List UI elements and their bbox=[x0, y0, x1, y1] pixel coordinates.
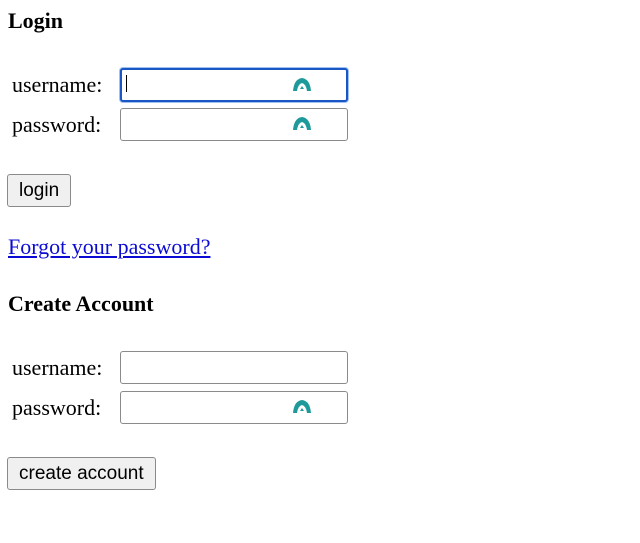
login-heading: Login bbox=[8, 8, 64, 33]
create-account-heading: Create Account bbox=[8, 291, 154, 316]
create-password-label: password: bbox=[12, 395, 102, 420]
create-password-wrapper bbox=[120, 391, 348, 424]
forgot-password-link[interactable]: Forgot your password? bbox=[8, 234, 210, 260]
create-account-button[interactable]: create account bbox=[7, 457, 156, 490]
login-password-wrapper bbox=[120, 108, 348, 141]
login-username-label: username: bbox=[12, 72, 103, 97]
login-username-wrapper bbox=[120, 68, 348, 102]
text-caret bbox=[126, 75, 127, 92]
create-username-label: username: bbox=[12, 355, 103, 380]
password-manager-icon[interactable] bbox=[290, 112, 314, 136]
password-manager-icon[interactable] bbox=[290, 73, 314, 97]
create-username-wrapper bbox=[120, 351, 348, 384]
login-button[interactable]: login bbox=[7, 174, 72, 207]
login-password-label: password: bbox=[12, 112, 102, 137]
create-username-input[interactable] bbox=[120, 351, 348, 384]
password-manager-icon[interactable] bbox=[290, 395, 314, 419]
